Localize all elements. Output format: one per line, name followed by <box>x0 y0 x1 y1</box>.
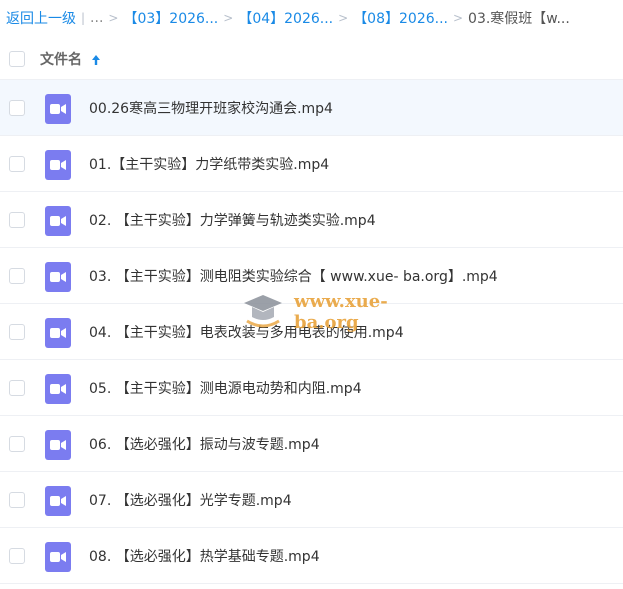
row-checkbox[interactable] <box>9 548 25 564</box>
table-row[interactable]: 02. 【主干实验】力学弹簧与轨迹类实验.mp4 <box>0 192 623 248</box>
row-checkbox[interactable] <box>9 212 25 228</box>
filename-column-header[interactable]: 文件名 <box>40 49 82 69</box>
file-name[interactable]: 04. 【主干实验】电表改装与多用电表的使用.mp4 <box>89 322 404 342</box>
table-row[interactable]: 07. 【选必强化】光学专题.mp4 <box>0 472 623 528</box>
row-checkbox[interactable] <box>9 436 25 452</box>
table-row[interactable]: 05. 【主干实验】测电源电动势和内阻.mp4 <box>0 360 623 416</box>
video-icon <box>45 430 71 460</box>
file-name[interactable]: 07. 【选必强化】光学专题.mp4 <box>89 490 292 510</box>
video-icon <box>45 94 71 124</box>
back-link[interactable]: 返回上一级 <box>6 8 76 28</box>
table-row[interactable]: 00.26寒高三物理开班家校沟通会.mp4 <box>0 80 623 136</box>
file-name[interactable]: 05. 【主干实验】测电源电动势和内阻.mp4 <box>89 378 362 398</box>
breadcrumb: 返回上一级 | ... > 【03】2026... > 【04】2026... … <box>0 0 623 36</box>
breadcrumb-divider: | <box>81 11 86 25</box>
file-list: 00.26寒高三物理开班家校沟通会.mp4 01.【主干实验】力学纸带类实验.m… <box>0 80 623 584</box>
file-name[interactable]: 08. 【选必强化】热学基础专题.mp4 <box>89 546 320 566</box>
file-name[interactable]: 01.【主干实验】力学纸带类实验.mp4 <box>89 154 329 174</box>
row-checkbox[interactable] <box>9 380 25 396</box>
breadcrumb-link[interactable]: 【03】2026... <box>123 8 218 28</box>
file-name[interactable]: 06. 【选必强化】振动与波专题.mp4 <box>89 434 320 454</box>
file-name[interactable]: 02. 【主干实验】力学弹簧与轨迹类实验.mp4 <box>89 210 376 230</box>
row-checkbox[interactable] <box>9 268 25 284</box>
video-icon <box>45 318 71 348</box>
video-icon <box>45 262 71 292</box>
table-row[interactable]: 08. 【选必强化】热学基础专题.mp4 <box>0 528 623 584</box>
breadcrumb-separator: > <box>338 11 349 25</box>
video-icon <box>45 150 71 180</box>
video-icon <box>45 486 71 516</box>
table-row[interactable]: 04. 【主干实验】电表改装与多用电表的使用.mp4 <box>0 304 623 360</box>
breadcrumb-link[interactable]: 【04】2026... <box>238 8 333 28</box>
select-all-checkbox[interactable] <box>9 51 25 67</box>
breadcrumb-separator: > <box>223 11 234 25</box>
breadcrumb-current: 03.寒假班【w... <box>468 11 570 27</box>
video-icon <box>45 374 71 404</box>
arrow-up-icon[interactable] <box>91 51 101 70</box>
table-row[interactable]: 03. 【主干实验】测电阻类实验综合【 www.xue- ba.org】.mp4 <box>0 248 623 304</box>
row-checkbox[interactable] <box>9 100 25 116</box>
table-row[interactable]: 01.【主干实验】力学纸带类实验.mp4 <box>0 136 623 192</box>
list-header: 文件名 <box>0 36 623 80</box>
table-row[interactable]: 06. 【选必强化】振动与波专题.mp4 <box>0 416 623 472</box>
breadcrumb-separator: > <box>452 11 464 25</box>
video-icon <box>45 206 71 236</box>
file-name[interactable]: 03. 【主干实验】测电阻类实验综合【 www.xue- ba.org】.mp4 <box>89 266 498 286</box>
row-checkbox[interactable] <box>9 156 25 172</box>
video-icon <box>45 542 71 572</box>
breadcrumb-ellipsis[interactable]: ... <box>90 10 103 26</box>
row-checkbox[interactable] <box>9 492 25 508</box>
row-checkbox[interactable] <box>9 324 25 340</box>
breadcrumb-link[interactable]: 【08】2026... <box>353 8 448 28</box>
breadcrumb-separator: > <box>108 11 119 25</box>
file-name[interactable]: 00.26寒高三物理开班家校沟通会.mp4 <box>89 98 333 118</box>
